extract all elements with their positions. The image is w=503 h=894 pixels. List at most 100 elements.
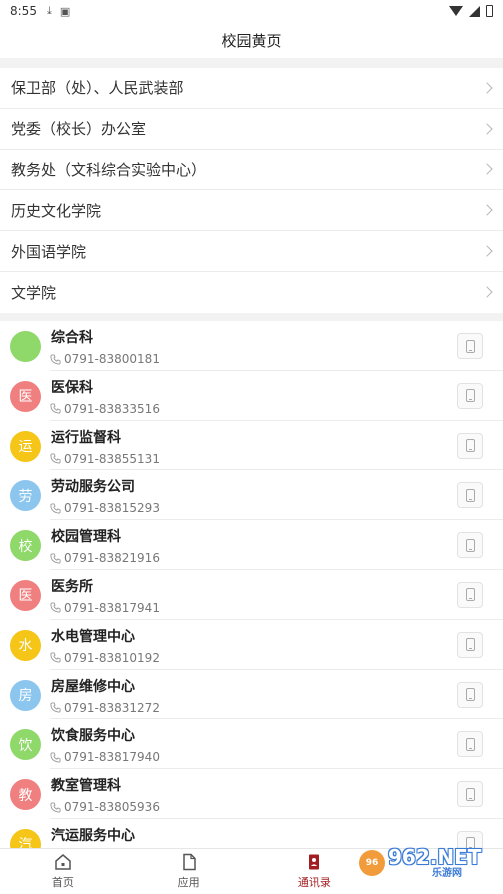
contact-phone-number: 0791-83817940 <box>64 750 160 765</box>
mobile-phone-icon <box>465 688 475 702</box>
contact-phone: 0791-83810192 <box>50 651 160 665</box>
watermark-big-text: 962.NET <box>388 845 482 869</box>
tab-apps-label: 应用 <box>177 876 200 889</box>
contact-phone-number: 0791-83821916 <box>64 551 160 566</box>
call-mobile-button[interactable] <box>457 333 483 359</box>
department-label: 外国语学院 <box>11 242 87 261</box>
phone-icon <box>50 652 61 663</box>
tab-contacts-label: 通讯录 <box>297 876 331 889</box>
avatar: 医 <box>10 380 41 412</box>
mobile-phone-icon <box>465 638 475 652</box>
chevron-right-icon <box>481 245 493 257</box>
avatar: 医 <box>10 579 41 611</box>
contact-row[interactable]: 医医务所 0791-83817941 <box>0 570 503 620</box>
department-label: 文学院 <box>11 283 57 302</box>
mobile-phone-icon <box>465 538 475 552</box>
contact-phone-number: 0791-83817941 <box>64 600 160 615</box>
department-label: 保卫部（处）、人民武装部 <box>11 79 184 98</box>
tab-home-label: 首页 <box>51 876 74 889</box>
contact-list[interactable]: 综合科 0791-83800181 医医保科 0791-83833516 运运行监督科 0… <box>0 321 503 848</box>
title-bar: 校园黄页 <box>0 22 503 58</box>
contact-phone: 0791-83815293 <box>50 501 160 515</box>
avatar: 校 <box>10 530 41 562</box>
chevron-right-icon <box>481 286 493 299</box>
phone-icon <box>50 702 61 713</box>
status-time: 8:55 <box>10 4 37 18</box>
department-list: 保卫部（处）、人民武装部 党委（校长）办公室教务处（文科综合实验中心） 历史文化学院… <box>0 68 503 313</box>
contact-row[interactable]: 运运行监督科 0791-83855131 <box>0 421 503 471</box>
call-mobile-button[interactable] <box>457 432 483 459</box>
contact-phone: 0791-83831272 <box>50 701 160 715</box>
avatar: 房 <box>10 679 41 711</box>
contact-phone: 0791-83805936 <box>50 800 160 814</box>
phone-icon <box>50 752 61 763</box>
avatar <box>10 331 41 362</box>
mobile-phone-icon <box>465 339 475 353</box>
call-mobile-button[interactable] <box>457 781 483 808</box>
contact-row[interactable]: 劳劳动服务公司 0791-83815293 <box>0 470 503 521</box>
contact-row[interactable]: 饮饮食服务中心 0791-83817940 <box>0 719 503 770</box>
wifi-icon <box>449 6 463 16</box>
contact-row[interactable]: 水水电管理中心 0791-83810192 <box>0 620 503 670</box>
contact-phone-number: 0791-83833516 <box>64 401 160 416</box>
phone-icon <box>50 602 61 614</box>
avatar: 运 <box>10 430 41 462</box>
chevron-right-icon <box>481 163 493 176</box>
call-mobile-button[interactable] <box>457 532 483 559</box>
call-mobile-button[interactable] <box>457 731 483 758</box>
mobile-phone-icon <box>465 787 475 801</box>
contact-name: 汽运服务中心 <box>51 827 135 844</box>
contacts-icon <box>309 854 320 870</box>
department-item[interactable]: 保卫部（处）、人民武装部 <box>0 68 503 109</box>
mobile-phone-icon <box>465 488 475 502</box>
call-mobile-button[interactable] <box>457 681 483 708</box>
contact-name: 医保科 <box>51 379 93 396</box>
contact-name: 教室管理科 <box>51 778 121 795</box>
call-mobile-button[interactable] <box>457 482 483 509</box>
department-label: 党委（校长）办公室 <box>11 120 147 139</box>
home-icon <box>55 854 71 870</box>
page-title: 校园黄页 <box>221 31 282 50</box>
contact-name: 水电管理中心 <box>51 628 135 645</box>
contact-phone: 0791-83855131 <box>50 452 160 466</box>
call-mobile-button[interactable] <box>457 631 483 658</box>
watermark-small-text: 乐游网 <box>432 868 462 879</box>
phone-icon <box>50 553 61 564</box>
contact-name: 饮食服务中心 <box>51 728 135 745</box>
contact-phone-number: 0791-83831272 <box>64 700 160 715</box>
contact-row[interactable]: 校校园管理科 0791-83821916 <box>0 520 503 570</box>
phone-icon <box>50 353 61 365</box>
department-item[interactable]: 教务处（文科综合实验中心） <box>0 150 503 191</box>
contact-row[interactable]: 教教室管理科 0791-83805936 <box>0 769 503 819</box>
contact-phone: 0791-83821916 <box>50 551 160 565</box>
department-item[interactable]: 外国语学院 <box>0 231 503 272</box>
contact-name: 运行监督科 <box>51 429 121 446</box>
mobile-phone-icon <box>465 588 475 602</box>
contact-row[interactable]: 综合科 0791-83800181 <box>0 321 503 371</box>
phone-icon <box>50 802 61 813</box>
contact-name: 房屋维修中心 <box>51 678 135 695</box>
department-item[interactable]: 文学院 <box>0 272 503 313</box>
contact-row[interactable]: 医医保科 0791-83833516 <box>0 371 503 421</box>
notification-icon: ▣ <box>59 4 71 18</box>
department-item[interactable]: 党委（校长）办公室 <box>0 109 503 150</box>
call-mobile-button[interactable] <box>457 382 483 409</box>
department-label: 教务处（文科综合实验中心） <box>11 160 207 179</box>
chevron-right-icon <box>481 82 493 94</box>
avatar: 水 <box>10 629 41 661</box>
tab-apps[interactable]: 应用 <box>126 849 252 894</box>
call-mobile-button[interactable] <box>457 581 483 608</box>
contact-name: 劳动服务公司 <box>51 479 135 496</box>
document-icon <box>182 853 196 871</box>
department-item[interactable]: 历史文化学院 <box>0 190 503 232</box>
avatar: 劳 <box>10 480 41 512</box>
watermark: 96 962.NET 乐游网 <box>359 838 499 888</box>
status-bar: 8:55 ⤓ ▣ <box>0 0 503 22</box>
phone-icon <box>50 503 61 514</box>
contact-phone: 0791-83800181 <box>50 352 160 366</box>
mobile-phone-icon <box>465 439 475 453</box>
tab-home[interactable]: 首页 <box>0 849 126 894</box>
contact-phone-number: 0791-83810192 <box>64 650 160 665</box>
mobile-phone-icon <box>465 389 475 403</box>
contact-row[interactable]: 房房屋维修中心 0791-83831272 <box>0 670 503 720</box>
